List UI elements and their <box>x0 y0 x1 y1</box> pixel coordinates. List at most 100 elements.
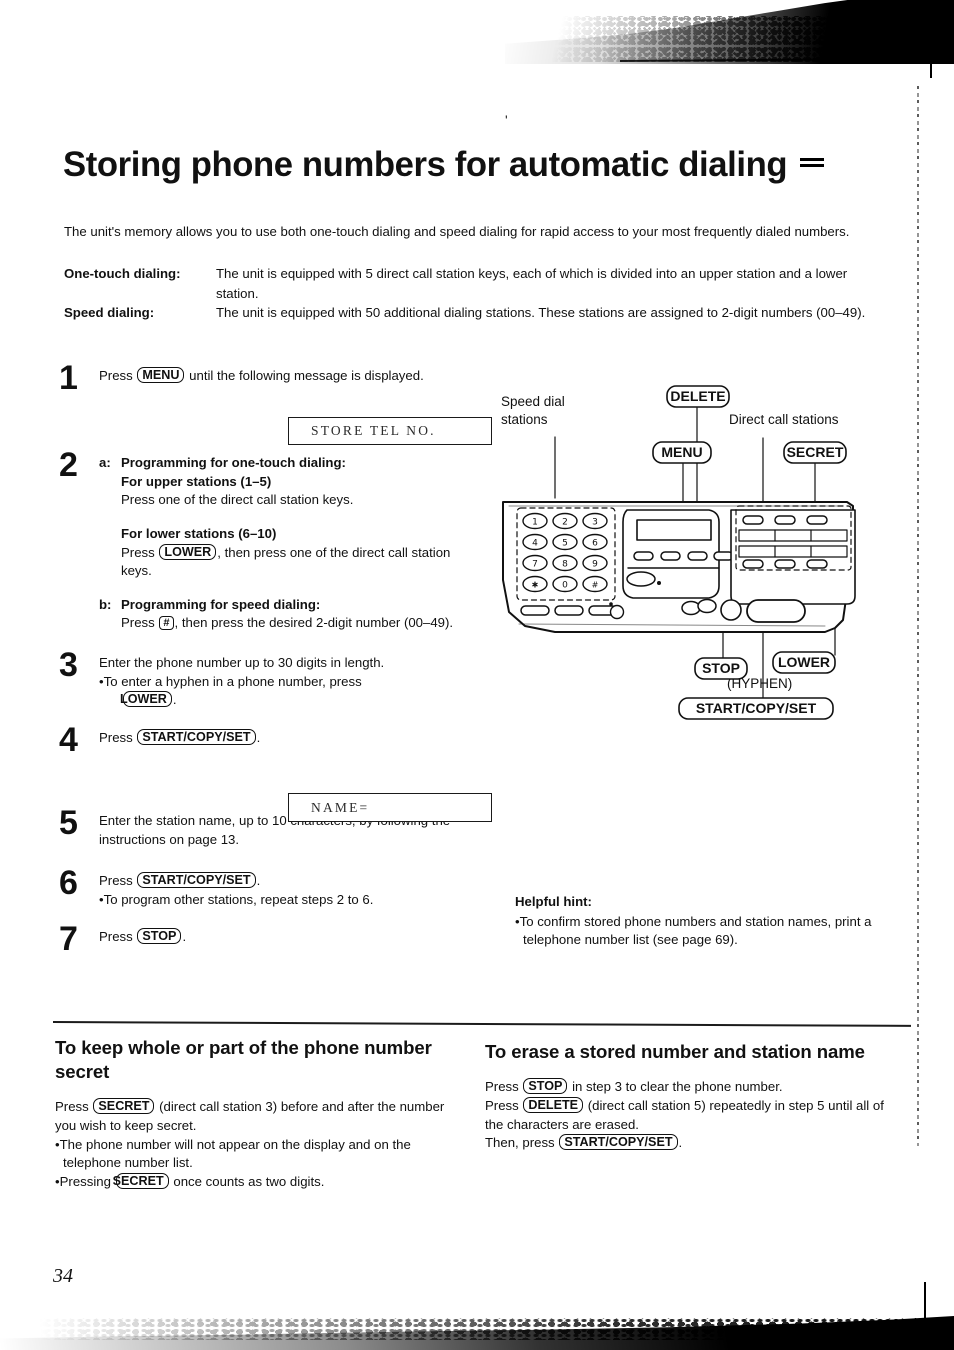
svg-text:DELETE: DELETE <box>670 388 725 404</box>
secret-key-label: SECRET <box>113 1173 169 1190</box>
svg-text:9: 9 <box>592 560 598 570</box>
lower-key-label: LOWER <box>159 543 217 560</box>
step-3: 3 Enter the phone number up to 30 digits… <box>59 645 479 710</box>
menu-key <box>687 551 708 561</box>
scanned-manual-page: ' Storing phone numbers for automatic di… <box>0 0 954 1350</box>
section-paragraph: Press SECRET (direct call station 3) bef… <box>55 1098 445 1136</box>
substep-label-a: a: <box>99 455 111 471</box>
svg-text:SECRET: SECRET <box>787 444 844 460</box>
lower-key <box>806 559 828 569</box>
helpful-hint-heading: Helpful hint: <box>515 894 592 909</box>
step-text: Enter the phone number up to 30 digits i… <box>99 651 479 710</box>
step-7-post: . <box>182 929 187 945</box>
step-text: a: Programming for one-touch dialing: Fo… <box>99 451 479 633</box>
step-6: 6 Press START/COPY/SET. •To program othe… <box>59 864 479 909</box>
step-1: 1 Press MENU until the following message… <box>59 359 479 397</box>
page-title: Storing phone numbers for automatic dial… <box>63 145 788 185</box>
step-7-pre: Press <box>99 929 133 945</box>
page-title-row: Storing phone numbers for automatic dial… <box>63 122 825 209</box>
procedure-steps: 1 Press MENU until the following message… <box>59 359 479 959</box>
step-number: 4 <box>59 720 78 759</box>
stop-key <box>697 598 717 614</box>
page-number: 34 <box>53 1265 73 1287</box>
svg-text:LOWER: LOWER <box>778 654 830 670</box>
callout-menu: MENU <box>652 441 712 464</box>
erase-line-1: Press STOP in step 3 to clear the phone … <box>485 1078 885 1097</box>
menu-key-label: MENU <box>137 367 185 383</box>
callout-start-copy-set: START/COPY/SET <box>678 697 834 720</box>
scan-edge-artifact-right <box>917 86 919 1146</box>
svg-text:#: # <box>592 581 599 590</box>
direct-call-lower-keys <box>742 559 828 569</box>
step-4-post: . <box>256 729 261 745</box>
svg-text:0: 0 <box>562 581 568 591</box>
step-3-bullet-post: . <box>172 692 177 708</box>
scan-speckle-top <box>545 16 945 62</box>
secret-pre: Press <box>55 1099 89 1114</box>
callout-stop: STOP <box>694 657 748 680</box>
function-key-row <box>520 605 618 616</box>
section-divider <box>52 1021 911 1027</box>
step-3-line: Enter the phone number up to 30 digits i… <box>99 654 385 670</box>
direct-call-upper-keys <box>742 515 828 525</box>
start-copy-set-key-label: START/COPY/SET <box>137 872 256 889</box>
step-number: 3 <box>59 645 78 684</box>
svg-text:7: 7 <box>532 560 538 570</box>
secret-key <box>806 515 828 525</box>
step-number: 1 <box>59 359 78 397</box>
svg-text:STOP: STOP <box>702 660 740 676</box>
section-bullet-2: •Pressing SECRET once counts as two digi… <box>55 1173 325 1190</box>
definition-row: Speed dialing: The unit is equipped with… <box>64 303 874 323</box>
definition-term: One-touch dialing: <box>64 266 181 281</box>
step-2: 2 a: Programming for one-touch dialing: … <box>59 446 479 633</box>
secret-bullet-2-pre: Pressing <box>59 1174 111 1190</box>
title-rule-icon <box>800 157 825 170</box>
step-7: 7 Press STOP. <box>59 920 479 959</box>
section-erase-number: To erase a stored number and station nam… <box>485 1040 885 1153</box>
secret-bullet-2-post: once counts as two digits. <box>173 1174 325 1190</box>
definition-description: The unit is equipped with 5 direct call … <box>216 266 848 301</box>
intro-paragraph: The unit's memory allows you to use both… <box>64 224 850 240</box>
step-number: 5 <box>59 804 78 842</box>
svg-text:✱: ✱ <box>532 581 539 590</box>
svg-text:START/COPY/SET: START/COPY/SET <box>696 700 817 716</box>
substep-b-heading: Programming for speed dialing: <box>121 596 321 612</box>
lower-key-label: LOWER <box>120 691 172 708</box>
helpful-hint-text: To confirm stored phone numbers and stat… <box>519 913 872 948</box>
hash-key-label: # <box>159 616 174 631</box>
step-number: 6 <box>59 864 78 903</box>
secret-bullet-1-text: The phone number will not appear on the … <box>59 1136 411 1171</box>
callout-speed-dial-line1: Speed dial <box>501 394 565 409</box>
helpful-hint: Helpful hint: •To confirm stored phone n… <box>515 893 875 950</box>
definition-term: Speed dialing: <box>64 305 155 320</box>
stop-key-label: STOP <box>523 1078 568 1094</box>
definition-row: One-touch dialing: The unit is equipped … <box>64 264 874 303</box>
start-copy-set-key <box>746 599 806 623</box>
step-number: 7 <box>59 920 78 959</box>
callout-lower: LOWER <box>772 651 836 674</box>
lcd-display-store-tel: STORE TEL NO. <box>288 417 492 445</box>
substep-label-b: b: <box>99 596 112 612</box>
section-bullet-1: •The phone number will not appear on the… <box>55 1136 411 1171</box>
delete-key-label: DELETE <box>523 1096 584 1113</box>
erase-line-3: Then, press START/COPY/SET. <box>485 1134 885 1153</box>
erase-line-2: Press DELETE (direct call station 5) rep… <box>485 1096 885 1135</box>
step-6-post: . <box>256 873 261 889</box>
definition-list: One-touch dialing: The unit is equipped … <box>64 264 874 323</box>
stop-key-label: STOP <box>137 928 182 945</box>
secret-key-label: SECRET <box>93 1098 155 1114</box>
helpful-hint-bullet: •To confirm stored phone numbers and sta… <box>515 913 872 948</box>
callout-delete: DELETE <box>666 385 730 408</box>
start-copy-set-key-label: START/COPY/SET <box>137 728 256 745</box>
step-number: 2 <box>59 446 78 485</box>
step-3-bullet-pre: To enter a hyphen in a phone number, pre… <box>103 673 362 689</box>
svg-text:1: 1 <box>532 518 538 528</box>
step-4: 4 Press START/COPY/SET. <box>59 720 479 759</box>
step-text-pre: Press <box>99 368 133 383</box>
svg-text:4: 4 <box>532 539 538 549</box>
substep-a-text-2: Press LOWER, then press one of the direc… <box>121 543 479 581</box>
step-text-post: until the following message is displayed… <box>189 368 424 383</box>
substep-a-subheading-lower: For lower stations (6–10) <box>121 526 277 542</box>
section-heading: To keep whole or part of the phone numbe… <box>55 1037 432 1082</box>
step-text: Press MENU until the following message i… <box>99 364 479 393</box>
